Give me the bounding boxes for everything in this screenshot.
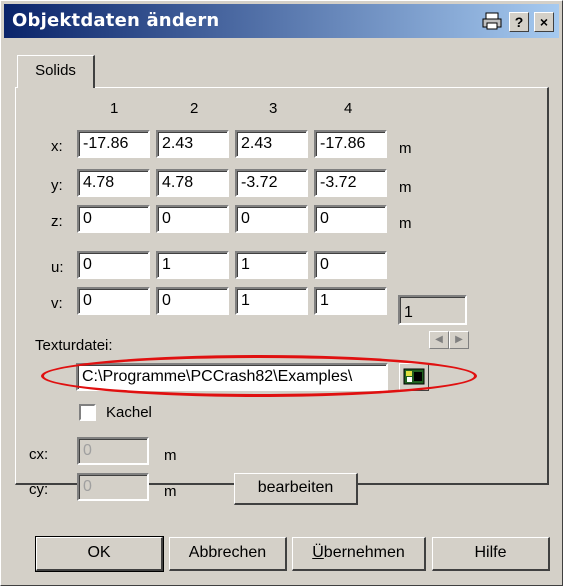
row-label-z: z: — [51, 213, 63, 230]
x1-field[interactable]: -17.86 — [77, 130, 150, 158]
unit-label: m — [164, 483, 177, 500]
row-label-u: u: — [51, 259, 64, 276]
tab-solids[interactable]: Solids — [17, 55, 95, 88]
unit-label: m — [399, 179, 412, 196]
row-label-x: x: — [51, 138, 63, 155]
u2-field[interactable]: 1 — [156, 251, 229, 279]
texture-label: Texturdatei: — [35, 337, 113, 354]
cx-field[interactable]: 0 — [77, 437, 149, 465]
v2-field[interactable]: 0 — [156, 287, 229, 315]
x3-field[interactable]: 2.43 — [235, 130, 308, 158]
z2-field[interactable]: 0 — [156, 205, 229, 233]
z4-field[interactable]: 0 — [314, 205, 387, 233]
u3-field[interactable]: 1 — [235, 251, 308, 279]
v3-field[interactable]: 1 — [235, 287, 308, 315]
y4-field[interactable]: -3.72 — [314, 169, 387, 197]
printer-icon[interactable] — [482, 12, 502, 32]
apply-mnemonic: Ü — [312, 544, 324, 561]
cx-label: cx: — [29, 446, 49, 463]
x2-field[interactable]: 2.43 — [156, 130, 229, 158]
x4-field[interactable]: -17.86 — [314, 130, 387, 158]
unit-label: m — [399, 140, 412, 157]
tile-checkbox[interactable] — [79, 404, 96, 421]
column-header: 2 — [190, 100, 199, 117]
unit-label: m — [399, 215, 412, 232]
v1-field[interactable]: 0 — [77, 287, 150, 315]
help-button[interactable]: Hilfe — [432, 537, 550, 571]
z1-field[interactable]: 0 — [77, 205, 150, 233]
dialog-window: Objektdaten ändern ? × Solids 1 2 3 4 x:… — [0, 0, 563, 586]
y3-field[interactable]: -3.72 — [235, 169, 308, 197]
apply-label: bernehmen — [323, 544, 405, 561]
unit-label: m — [164, 447, 177, 464]
column-header: 3 — [269, 100, 278, 117]
column-header: 4 — [344, 100, 353, 117]
row-label-y: y: — [51, 177, 63, 194]
title-bar[interactable]: Objektdaten ändern ? × — [4, 4, 559, 38]
window-title: Objektdaten ändern — [12, 10, 220, 31]
next-arrow-icon[interactable]: ▶ — [449, 331, 469, 349]
index-display: 1 — [398, 295, 467, 325]
column-header: 1 — [110, 100, 119, 117]
prev-arrow-icon[interactable]: ◀ — [429, 331, 449, 349]
cy-label: cy: — [29, 481, 49, 498]
close-button[interactable]: × — [534, 12, 554, 32]
u1-field[interactable]: 0 — [77, 251, 150, 279]
cy-field[interactable]: 0 — [77, 473, 149, 501]
y1-field[interactable]: 4.78 — [77, 169, 150, 197]
help-title-button[interactable]: ? — [509, 12, 529, 32]
u4-field[interactable]: 0 — [314, 251, 387, 279]
y2-field[interactable]: 4.78 — [156, 169, 229, 197]
v4-field[interactable]: 1 — [314, 287, 387, 315]
highlight-ellipse — [41, 355, 477, 397]
edit-button[interactable]: bearbeiten — [234, 473, 358, 505]
cancel-button[interactable]: Abbrechen — [169, 537, 287, 571]
row-label-v: v: — [51, 295, 63, 312]
tile-label: Kachel — [106, 404, 152, 421]
z3-field[interactable]: 0 — [235, 205, 308, 233]
apply-button[interactable]: Übernehmen — [292, 537, 426, 571]
ok-button[interactable]: OK — [35, 536, 164, 572]
